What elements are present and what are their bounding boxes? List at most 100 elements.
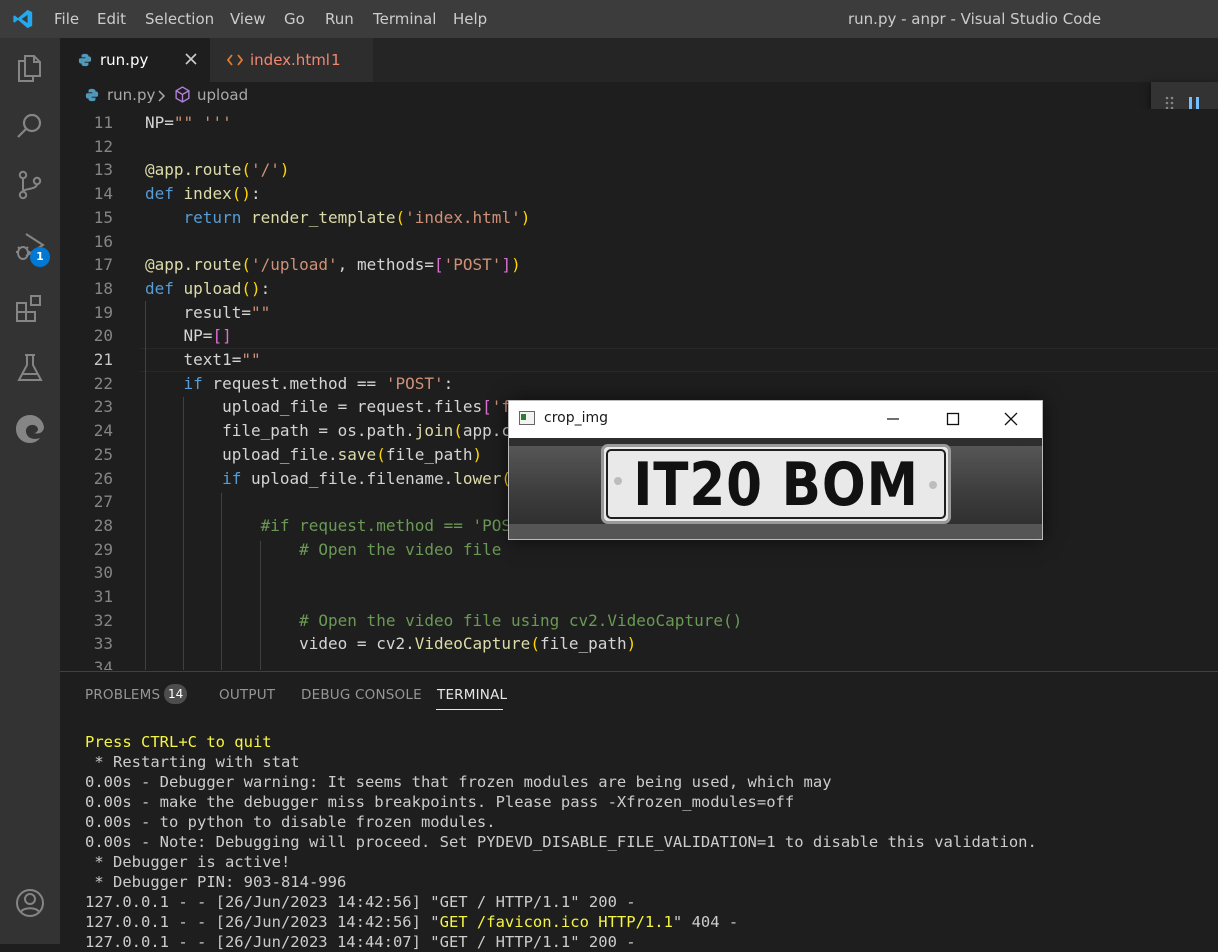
code-line[interactable]: 22 if request.method == 'POST': <box>60 372 1218 396</box>
line-number: 24 <box>93 421 113 441</box>
drag-handle-icon[interactable] <box>1165 96 1175 110</box>
code-text: def index(): <box>145 184 261 204</box>
code-text: video = cv2.VideoCapture(file_path) <box>145 634 637 654</box>
line-number: 19 <box>93 302 113 322</box>
code-line[interactable]: 20 NP=[] <box>60 324 1218 348</box>
tab-label-run-py: run.py <box>100 51 149 69</box>
activity-bar: 1 <box>0 38 60 944</box>
menu-file[interactable]: File <box>54 0 79 38</box>
plate-text: IT20 BOM <box>633 450 919 520</box>
code-line[interactable]: 19 result="" <box>60 301 1218 325</box>
line-number: 12 <box>93 136 113 156</box>
code-text: result="" <box>145 302 271 322</box>
close-window-icon[interactable] <box>1004 412 1018 426</box>
source-control-icon[interactable] <box>14 169 46 201</box>
menu-terminal[interactable]: Terminal <box>373 0 436 38</box>
terminal-line: 0.00s - Note: Debugging will proceed. Se… <box>85 833 1037 851</box>
code-line[interactable]: 12 <box>60 135 1218 159</box>
maximize-icon[interactable] <box>946 412 960 426</box>
line-number: 15 <box>93 207 113 227</box>
tab-problems-count: 1 <box>331 51 341 69</box>
code-text: if request.method == 'POST': <box>183 373 454 393</box>
window-title: run.py - anpr - Visual Studio Code <box>848 10 1102 28</box>
code-line[interactable]: 32 # Open the video file using cv2.Video… <box>60 609 1218 633</box>
breadcrumb: run.py upload <box>60 82 1218 109</box>
line-number: 25 <box>93 444 113 464</box>
code-line[interactable]: 14 def index(): <box>60 182 1218 206</box>
code-line[interactable]: 30 <box>60 561 1218 585</box>
line-number: 17 <box>93 255 113 275</box>
code-text: # Open the video file using cv2.VideoCap… <box>145 610 743 630</box>
plate-image: IT20 BOM <box>509 438 1042 539</box>
breadcrumb-file[interactable]: run.py <box>107 86 155 104</box>
code-line[interactable]: 33 video = cv2.VideoCapture(file_path) <box>60 632 1218 656</box>
code-text: @app.route('/') <box>145 160 290 180</box>
app-window-icon <box>519 411 535 425</box>
line-number: 18 <box>93 278 113 298</box>
code-line[interactable]: 13 @app.route('/') <box>60 158 1218 182</box>
close-tab-icon[interactable] <box>184 52 198 66</box>
code-text: upload_file.save(file_path) <box>145 444 483 464</box>
line-number: 28 <box>93 515 113 535</box>
run-debug-icon[interactable]: 1 <box>14 230 50 267</box>
line-number: 23 <box>93 397 113 417</box>
minimize-icon[interactable] <box>886 412 900 426</box>
active-tab-underline <box>436 709 503 710</box>
code-line[interactable]: 29 # Open the video file <box>60 538 1218 562</box>
code-text: text1="" <box>145 350 261 369</box>
breadcrumb-symbol[interactable]: upload <box>197 86 248 104</box>
tab-output[interactable]: OUTPUT <box>219 687 275 703</box>
code-editor[interactable]: 11 NP="" ''' 12 13 @app.route('/') 14 def inde… <box>60 109 1218 670</box>
python-file-icon <box>85 88 99 102</box>
terminal-line: 0.00s - make the debugger miss breakpoin… <box>85 793 795 811</box>
crop-img-window[interactable]: crop_img IT20 BOM <box>508 400 1043 540</box>
tab-run-py[interactable]: run.py <box>60 38 210 82</box>
terminal-line: 127.0.0.1 - - [26/Jun/2023 14:42:56] "GE… <box>85 913 739 931</box>
license-plate: IT20 BOM <box>601 444 951 524</box>
tab-terminal[interactable]: TERMINAL <box>437 687 507 703</box>
code-line[interactable]: 31 <box>60 585 1218 609</box>
code-text: @app.route('/upload', methods=['POST']) <box>145 255 521 275</box>
search-icon[interactable] <box>14 110 46 142</box>
line-number: 30 <box>93 563 113 583</box>
terminal-line: Press CTRL+C to quit <box>85 733 272 751</box>
terminal-line: * Debugger PIN: 903-814-996 <box>85 873 347 891</box>
account-icon[interactable] <box>14 887 46 919</box>
menu-run[interactable]: Run <box>325 0 354 38</box>
line-number: 16 <box>93 231 113 251</box>
menu-view[interactable]: View <box>230 0 266 38</box>
code-line[interactable]: 17 @app.route('/upload', methods=['POST']… <box>60 253 1218 277</box>
code-line[interactable]: 18 def upload(): <box>60 277 1218 301</box>
debug-badge: 1 <box>30 247 50 267</box>
code-line[interactable]: 16 <box>60 230 1218 254</box>
tab-index-html[interactable]: index.html 1 <box>210 38 373 82</box>
code-text: # Open the video file <box>145 539 502 559</box>
testing-icon[interactable] <box>14 352 46 384</box>
terminal-output[interactable]: Press CTRL+C to quit * Restarting with s… <box>85 732 1037 952</box>
line-number: 34 <box>93 658 113 670</box>
code-text: return render_template('index.html') <box>183 207 531 227</box>
code-line[interactable]: 15 return render_template('index.html') <box>60 206 1218 230</box>
menu-selection[interactable]: Selection <box>145 0 214 38</box>
code-line[interactable]: 11 NP="" ''' <box>60 111 1218 135</box>
code-text: if upload_file.filename.lower( <box>222 468 512 488</box>
tab-problems[interactable]: PROBLEMS <box>85 687 160 703</box>
code-line[interactable]: 21 text1="" <box>60 348 1218 372</box>
method-cube-icon <box>175 86 190 103</box>
line-number: 27 <box>93 492 113 512</box>
terminal-line: 0.00s - Debugger warning: It seems that … <box>85 773 832 791</box>
explorer-icon[interactable] <box>14 52 46 84</box>
terminal-line: 127.0.0.1 - - [26/Jun/2023 14:42:56] "GE… <box>85 893 636 911</box>
tab-debug-console[interactable]: DEBUG CONSOLE <box>301 687 422 703</box>
menu-edit[interactable]: Edit <box>97 0 126 38</box>
menu-help[interactable]: Help <box>453 0 487 38</box>
menu-go[interactable]: Go <box>284 0 305 38</box>
line-number: 20 <box>93 326 113 346</box>
tab-label-index-html: index.html <box>250 51 330 69</box>
edge-devtools-icon[interactable] <box>14 413 46 445</box>
code-text: NP=[] <box>145 326 232 346</box>
code-text: NP="" ''' <box>145 113 232 132</box>
bottom-panel: PROBLEMS 14 OUTPUT DEBUG CONSOLE TERMINA… <box>60 671 1218 951</box>
code-line[interactable]: 34 <box>60 656 1218 670</box>
extensions-icon[interactable] <box>14 292 46 324</box>
